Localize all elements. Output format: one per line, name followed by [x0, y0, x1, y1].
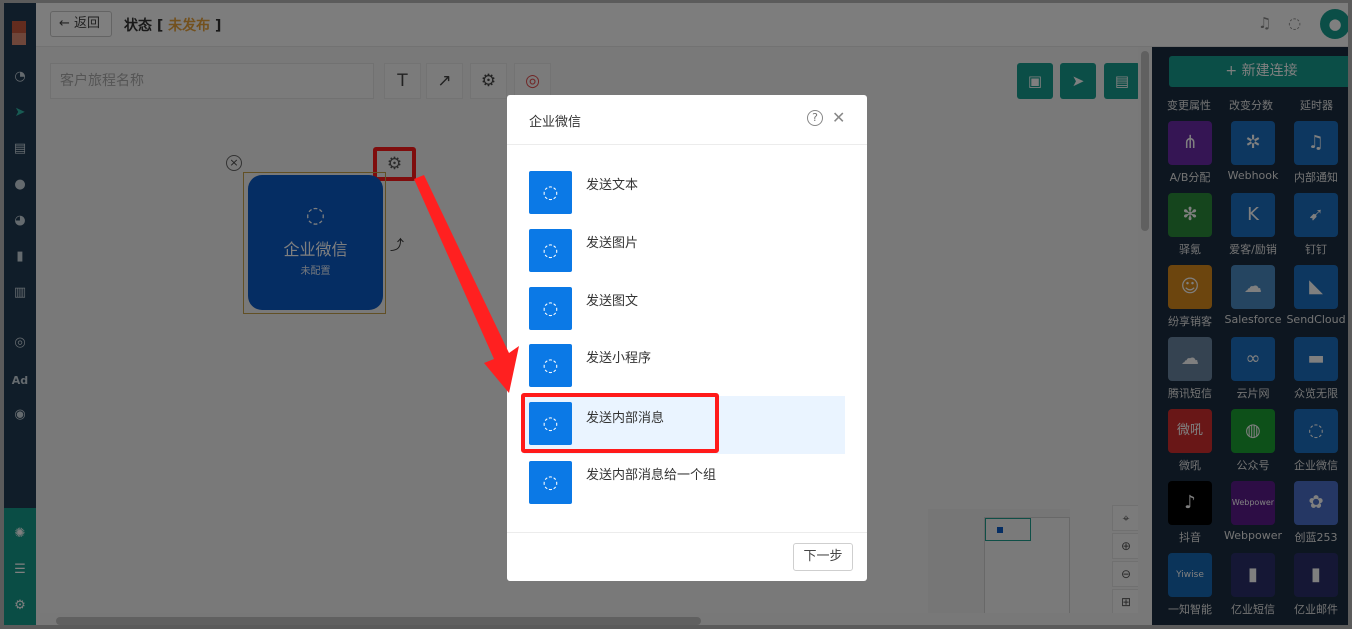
wecom-chat-icon: ◌ [529, 287, 572, 330]
wecom-action-dialog: 企业微信 ? ✕ ◌ 发送文本 ◌ 发送图片 ◌ 发送图文 ◌ 发送小程序 ◌ … [507, 95, 867, 581]
close-icon[interactable]: ✕ [832, 108, 845, 127]
wecom-chat-icon: ◌ [529, 229, 572, 272]
wecom-chat-icon: ◌ [529, 171, 572, 214]
help-icon[interactable]: ? [807, 110, 823, 126]
option-send-image[interactable]: ◌ 发送图片 [524, 229, 845, 287]
option-send-news[interactable]: ◌ 发送图文 [524, 287, 845, 345]
highlight-box [521, 393, 719, 453]
next-step-button[interactable]: 下一步 [793, 543, 853, 571]
app-window: ◔ ➤ ▤ ● ◕ ▮ ▥ ◎ Ad ◉ ✺ ☰ ⚙ ← 返回 状态 [ 未发布… [0, 0, 1352, 629]
option-send-text[interactable]: ◌ 发送文本 [524, 171, 845, 229]
dialog-title: 企业微信 [529, 115, 582, 130]
wecom-chat-icon: ◌ [529, 461, 572, 504]
option-send-internal-message-group[interactable]: ◌ 发送内部消息给一个组 [524, 461, 845, 519]
wecom-chat-icon: ◌ [529, 344, 572, 387]
